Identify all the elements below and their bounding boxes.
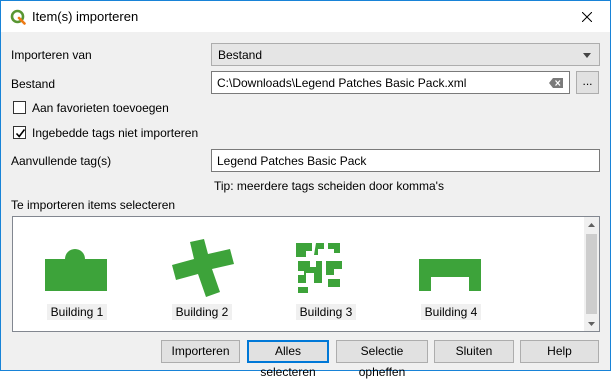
- close-window-button[interactable]: [564, 1, 610, 32]
- building-shape-2-icon: [172, 239, 234, 297]
- list-item-building-4[interactable]: Building 4: [389, 221, 513, 327]
- additional-tags-label: Aanvullende tag(s): [11, 154, 112, 168]
- add-favorites-checkbox[interactable]: [13, 101, 26, 114]
- ignore-tags-checkbox[interactable]: [13, 126, 26, 139]
- file-path-input[interactable]: C:\Downloads\Legend Patches Basic Pack.x…: [211, 71, 570, 94]
- close-button[interactable]: Sluiten: [434, 340, 514, 363]
- browse-button[interactable]: ...: [576, 71, 599, 94]
- additional-tags-value: Legend Patches Basic Pack: [217, 154, 367, 168]
- list-item-building-3[interactable]: Building 3: [264, 221, 388, 327]
- ignore-tags-label: Ingebedde tags niet importeren: [32, 126, 199, 140]
- chevron-up-icon: [588, 222, 595, 227]
- title-bar: Item(s) importeren: [1, 1, 610, 32]
- import-from-value: Bestand: [218, 48, 263, 62]
- add-favorites-label: Aan favorieten toevoegen: [32, 101, 169, 115]
- deselect-button[interactable]: Selectie opheffen: [336, 340, 428, 379]
- file-path-value: C:\Downloads\Legend Patches Basic Pack.x…: [217, 76, 467, 90]
- item-label-building-4: Building 4: [420, 304, 482, 320]
- building-shape-3-icon: [296, 243, 342, 293]
- scroll-down-button[interactable]: [584, 316, 599, 331]
- import-button[interactable]: Importeren: [161, 340, 240, 363]
- clear-icon[interactable]: [549, 78, 563, 88]
- item-label-building-2: Building 2: [171, 304, 233, 320]
- list-item-building-1[interactable]: Building 1: [15, 221, 139, 327]
- qgis-icon: [10, 9, 26, 25]
- list-item-building-2[interactable]: Building 2: [140, 221, 264, 327]
- help-button[interactable]: Help: [520, 340, 599, 363]
- chevron-down-icon: [583, 53, 591, 58]
- file-label: Bestand: [11, 77, 56, 91]
- vertical-scrollbar[interactable]: [584, 217, 599, 331]
- item-label-building-3: Building 3: [295, 304, 357, 320]
- close-icon: [582, 11, 592, 22]
- scroll-thumb[interactable]: [586, 234, 597, 314]
- select-items-label: Te importeren items selecteren: [11, 198, 176, 212]
- item-label-building-1: Building 1: [46, 304, 108, 320]
- additional-tags-input[interactable]: Legend Patches Basic Pack: [211, 149, 600, 172]
- checkmark-icon: [15, 129, 26, 138]
- building-shape-1-icon: [45, 249, 107, 291]
- items-list[interactable]: Building 1 Building 2 Building 3 Buildin…: [12, 216, 600, 332]
- import-from-select[interactable]: Bestand: [211, 43, 600, 66]
- window-title: Item(s) importeren: [32, 9, 139, 24]
- building-shape-4-icon: [419, 259, 481, 291]
- chevron-down-icon: [588, 321, 595, 326]
- import-items-dialog: Item(s) importeren Importeren van Bestan…: [0, 0, 611, 379]
- import-from-label: Importeren van: [11, 48, 92, 62]
- scroll-up-button[interactable]: [584, 217, 599, 232]
- select-all-button[interactable]: Alles selecteren: [247, 340, 329, 379]
- tags-tip: Tip: meerdere tags scheiden door komma's: [214, 179, 444, 193]
